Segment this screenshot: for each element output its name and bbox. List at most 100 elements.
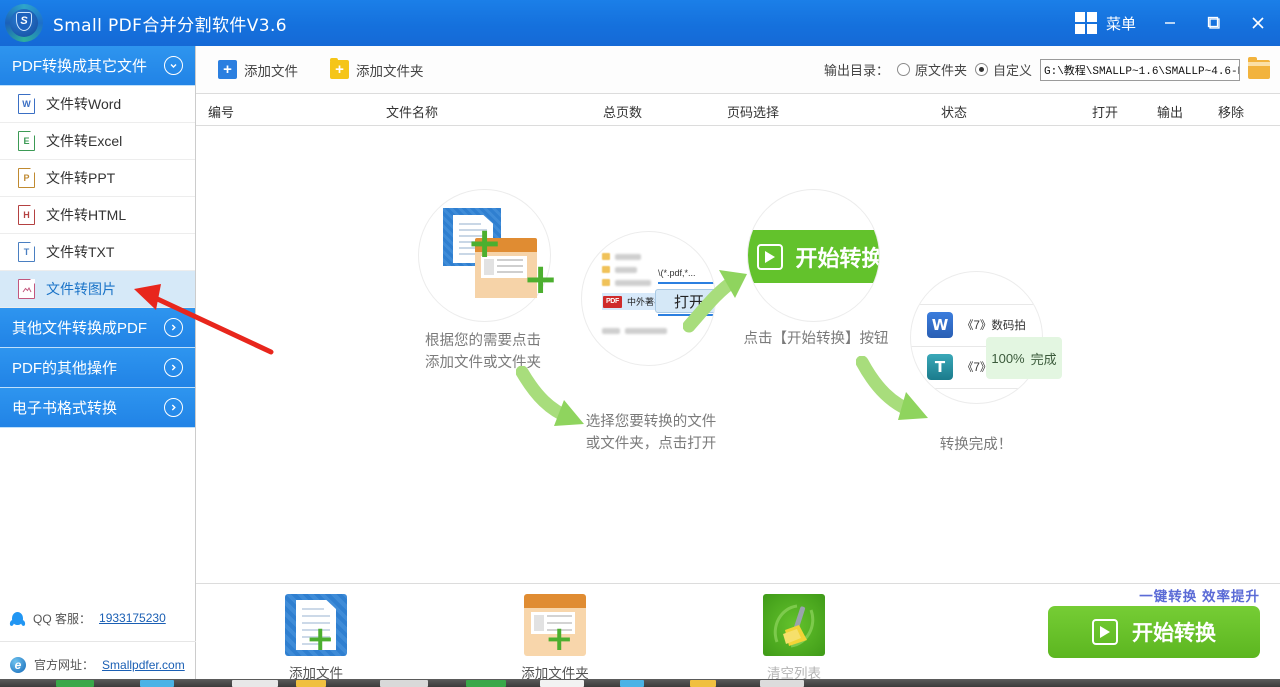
sidebar-footer: QQ 客服： 1933175230 e 官方网址： Smallpdfer.com [0, 595, 196, 687]
sidebar-item-to-ppt[interactable]: P 文件转PPT [0, 160, 195, 197]
radio-circle-selected-icon [974, 63, 988, 76]
sidebar-item-to-image[interactable]: 文件转图片 [0, 271, 195, 308]
maximize-icon [1207, 16, 1220, 29]
output-path-input[interactable]: G:\教程\SMALLP~1.6\SMALLP~4.6-P [1040, 58, 1240, 81]
ppt-file-icon: P [18, 168, 35, 188]
sidebar-section-others-to-pdf[interactable]: 其他文件转换成PDF [0, 308, 195, 348]
result-row-1-name: 《7》数码拍 [962, 320, 1026, 332]
minimize-button[interactable] [1148, 0, 1192, 46]
word-file-icon: W [18, 94, 35, 114]
qq-penguin-icon [9, 610, 26, 627]
grid-menu-icon [1074, 12, 1097, 34]
guide-step3-circle: 开始转换 [747, 189, 880, 322]
close-button[interactable] [1236, 0, 1280, 46]
sidebar-item-to-word[interactable]: W 文件转Word [0, 86, 195, 123]
sidebar-item-to-html[interactable]: H 文件转HTML [0, 197, 195, 234]
column-header-open: 打开 [1092, 105, 1119, 120]
column-header-pagesel: 页码选择 [727, 105, 780, 120]
sidebar-item-label: 文件转Word [46, 96, 122, 112]
menu-button[interactable]: 菜单 [1063, 0, 1148, 46]
app-logo: S [5, 4, 43, 42]
taskbar-item-10[interactable] [760, 680, 804, 687]
add-folder-label: 添加文件夹 [356, 63, 424, 79]
taskbar-item-5[interactable] [380, 680, 428, 687]
promo-text: 一键转换 效率提升 [1139, 589, 1260, 604]
maximize-button[interactable] [1192, 0, 1236, 46]
section-label: 其他文件转换成PDF [12, 320, 148, 337]
result-row-1: W 《7》数码拍 [927, 312, 1026, 338]
word-doc-icon: W [927, 312, 953, 338]
chevron-right-icon [164, 318, 183, 337]
radio-original-folder[interactable]: 原文件夹 [896, 60, 967, 79]
sidebar-section-pdf-to-others[interactable]: PDF转换成其它文件 [0, 46, 195, 86]
section-label: 电子书格式转换 [12, 400, 118, 417]
menu-button-label: 菜单 [1105, 15, 1136, 33]
guide-step1-circle: + + [418, 189, 558, 322]
output-directory-label: 输出目录： [823, 63, 889, 78]
radio-custom-label: 自定义 [992, 63, 1032, 78]
sidebar-item-to-txt[interactable]: T 文件转TXT [0, 234, 195, 271]
radio-custom-folder[interactable]: 自定义 [974, 60, 1032, 79]
start-convert-art-button: 开始转换 [748, 230, 880, 283]
sidebar: PDF转换成其它文件 W 文件转Word E 文件转Excel P 文件转PPT… [0, 46, 196, 687]
official-site-label: 官方网址： [34, 658, 95, 672]
txt-doc-icon: T [927, 354, 953, 380]
section-label: PDF的其他操作 [12, 360, 118, 377]
add-folder-icon: + [524, 594, 586, 656]
column-header-filename: 文件名称 [386, 105, 439, 120]
add-file-icon: + [218, 60, 237, 79]
taskbar-item-8[interactable] [620, 680, 644, 687]
play-icon [757, 243, 784, 270]
add-file-button[interactable]: + 添加文件 [208, 56, 308, 84]
sidebar-item-label: 文件转HTML [46, 207, 127, 223]
toolbar: + 添加文件 + 添加文件夹 输出目录： 原文件夹 自定义 G:\教程\SMAL… [196, 46, 1280, 94]
taskbar-item-4[interactable] [296, 680, 326, 687]
taskbar-item-3[interactable] [232, 680, 278, 687]
internet-explorer-icon: e [10, 656, 26, 673]
progress-complete-badge: 100% 完成 [986, 337, 1062, 379]
windows-taskbar[interactable] [0, 679, 1280, 687]
clear-list-icon [763, 594, 825, 656]
bottom-add-folder-button[interactable]: + 添加文件夹 [495, 594, 615, 682]
sidebar-item-label: 文件转PPT [46, 170, 116, 186]
taskbar-item-7[interactable] [540, 680, 584, 687]
file-list-header: 编号 文件名称 总页数 页码选择 状态 打开 输出 移除 [196, 94, 1280, 126]
radio-original-label: 原文件夹 [914, 63, 967, 78]
radio-circle-icon [896, 63, 910, 76]
taskbar-item-2[interactable] [140, 680, 174, 687]
chevron-right-icon [164, 358, 183, 377]
folder-icon[interactable] [1248, 57, 1270, 79]
bottom-add-file-button[interactable]: + 添加文件 [256, 594, 376, 682]
close-icon [1252, 17, 1264, 29]
guide-step3-caption: 点击【开始转换】按钮 [743, 331, 889, 347]
plus-badge-folder-icon: + [523, 254, 559, 303]
pdf-badge-icon: PDF [603, 295, 622, 308]
taskbar-item-6[interactable] [466, 680, 506, 687]
taskbar-item-9[interactable] [690, 680, 716, 687]
column-header-output: 输出 [1157, 105, 1184, 120]
excel-file-icon: E [18, 131, 35, 151]
add-folder-button[interactable]: + 添加文件夹 [320, 56, 434, 84]
progress-status: 完成 [1030, 351, 1057, 367]
guide-step4-caption: 转换完成！ [939, 437, 1013, 453]
sidebar-section-pdf-operations[interactable]: PDF的其他操作 [0, 348, 195, 388]
column-header-remove: 移除 [1218, 105, 1245, 120]
sidebar-item-label: 文件转TXT [46, 244, 115, 260]
qq-support-number[interactable]: 1933175230 [99, 611, 166, 625]
add-file-icon: + [285, 594, 347, 656]
sidebar-item-to-excel[interactable]: E 文件转Excel [0, 123, 195, 160]
start-convert-button[interactable]: 开始转换 [1048, 606, 1260, 658]
section-label: PDF转换成其它文件 [12, 58, 148, 75]
column-header-status: 状态 [941, 105, 968, 120]
chevron-down-icon [164, 56, 183, 75]
html-file-icon: H [18, 205, 35, 225]
qq-support-row: QQ 客服： 1933175230 [0, 595, 196, 641]
bottom-clear-list-button[interactable]: 清空列表 [734, 594, 854, 682]
app-title: Small PDF合并分割软件V3.6 [53, 15, 288, 36]
sidebar-section-ebook-convert[interactable]: 电子书格式转换 [0, 388, 195, 428]
taskbar-item-1[interactable] [56, 680, 94, 687]
start-convert-art-label: 开始转换 [795, 245, 880, 271]
title-bar: S Small PDF合并分割软件V3.6 菜单 [0, 0, 1280, 46]
official-site-link[interactable]: Smallpdfer.com [102, 658, 185, 672]
output-directory-group: 输出目录： 原文件夹 自定义 G:\教程\SMALLP~1.6\SMALLP~4… [823, 57, 1280, 81]
